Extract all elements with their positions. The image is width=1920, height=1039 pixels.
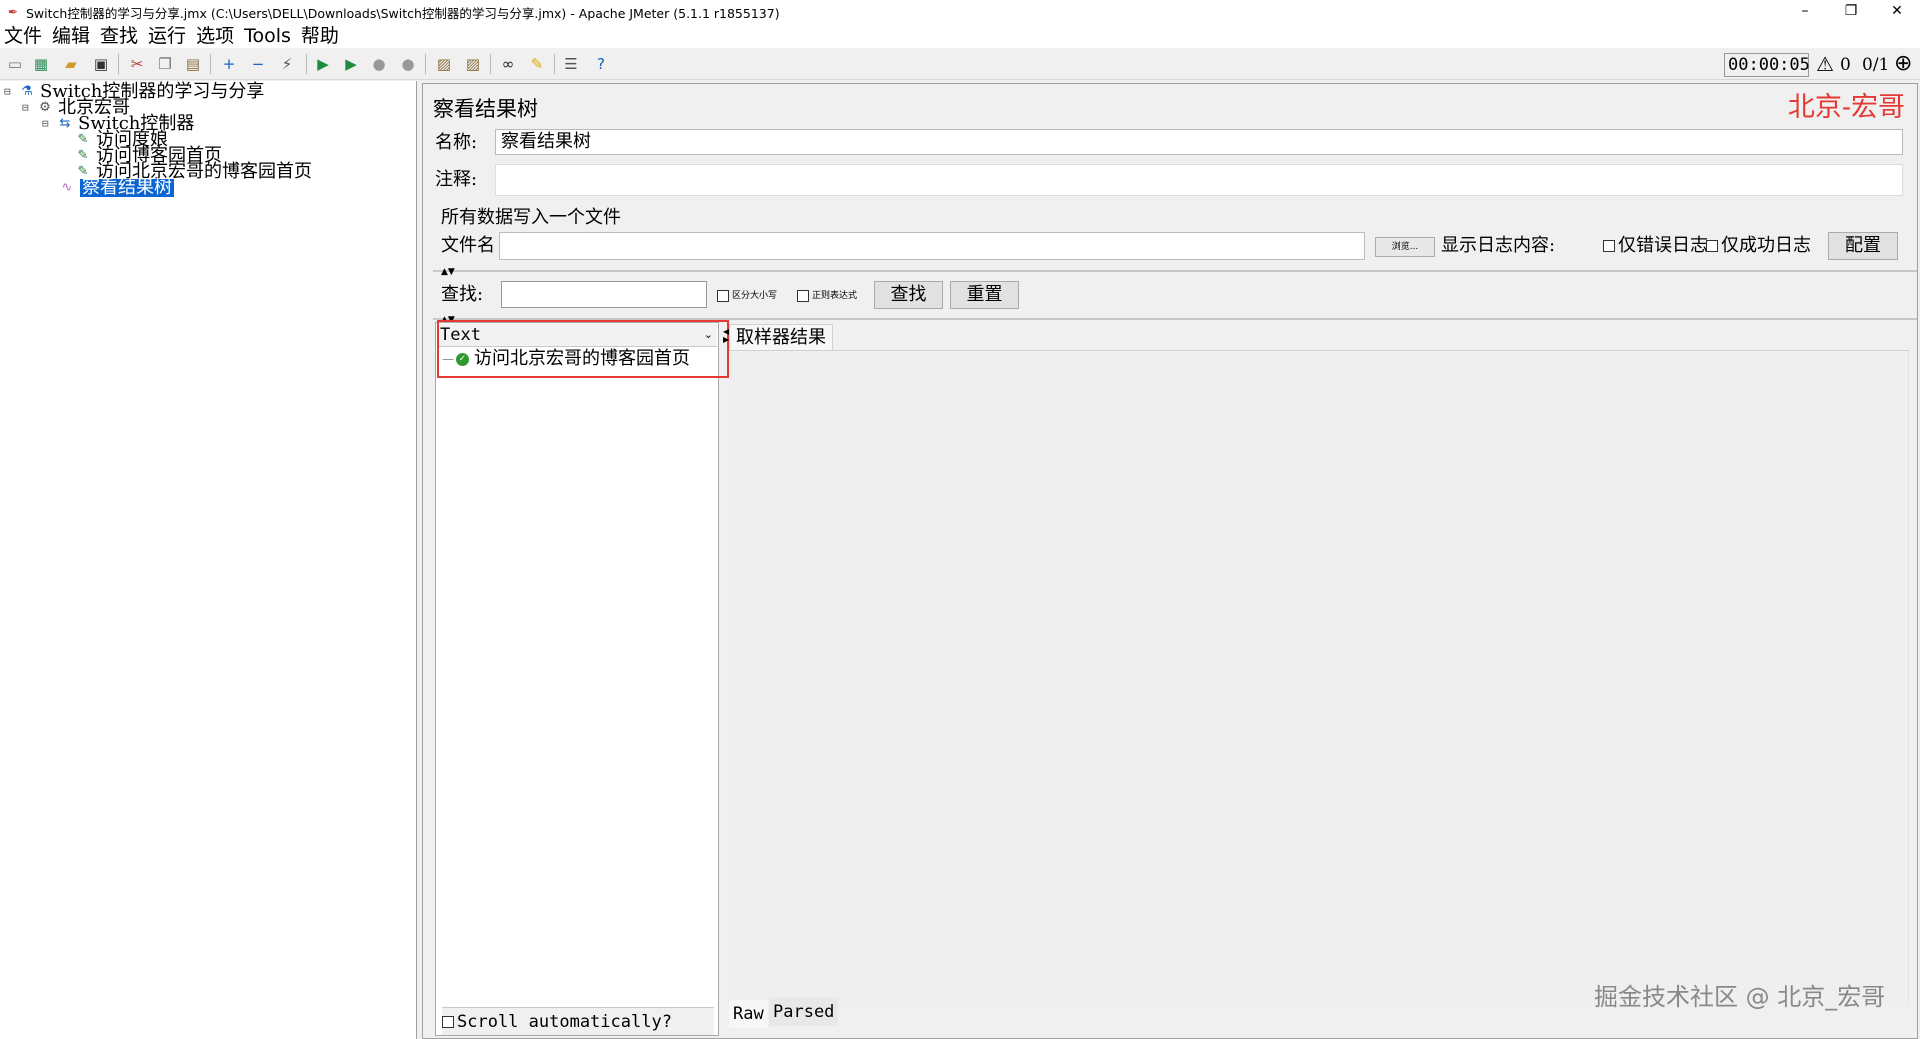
cut-icon[interactable]: ✂ <box>127 54 147 74</box>
success-only-label: 仅成功日志 <box>1721 235 1811 256</box>
case-sensitive-label: 区分大小写 <box>732 291 778 301</box>
errors-only-checkbox[interactable] <box>1603 240 1615 252</box>
regex-checkbox[interactable] <box>797 290 809 302</box>
toolbar-separator <box>490 54 491 74</box>
comment-label: 注释: <box>435 169 478 190</box>
menu-help[interactable]: 帮助 <box>301 24 339 48</box>
success-only-checkbox[interactable] <box>1706 240 1718 252</box>
log-display-label: 显示日志内容: <box>1441 235 1556 256</box>
toolbar-separator <box>306 54 307 74</box>
reset-button[interactable]: 重置 <box>950 281 1019 309</box>
collapse-all-icon[interactable]: − <box>248 54 268 74</box>
scroll-automatically-label: Scroll automatically? <box>457 1011 672 1032</box>
tab-raw[interactable]: Raw <box>729 1000 768 1028</box>
menu-options[interactable]: 选项 <box>196 24 234 48</box>
browse-button[interactable]: 浏览... <box>1375 237 1435 257</box>
collapse-arrow-icon[interactable]: ▲▼ <box>441 267 455 277</box>
close-button[interactable]: ✕ <box>1874 0 1920 24</box>
configure-button[interactable]: 配置 <box>1828 232 1898 260</box>
toggle-icon[interactable]: ⚡ <box>277 54 297 74</box>
menu-run[interactable]: 运行 <box>148 24 186 48</box>
toolbar-separator <box>554 54 555 74</box>
expand-all-icon[interactable]: + <box>219 54 239 74</box>
warning-count: 0 <box>1840 55 1851 75</box>
function-helper-icon[interactable]: ☰ <box>561 54 581 74</box>
find-button[interactable]: 查找 <box>874 281 943 309</box>
paste-icon[interactable]: ▤ <box>183 54 203 74</box>
collapse-toggle-icon[interactable]: ⊟ <box>42 115 54 133</box>
restore-button[interactable]: ❐ <box>1828 0 1874 24</box>
sample-result-list: Text ⌄ — ✓ 访问北京宏哥的博客园首页 Scroll automatic… <box>435 322 719 1036</box>
name-input[interactable]: 察看结果树 <box>495 129 1903 155</box>
search-binoculars-icon[interactable]: ∞ <box>498 54 518 74</box>
toolbar-separator <box>425 54 426 74</box>
toolbar-separator <box>118 54 119 74</box>
templates-icon[interactable]: ▦ <box>31 54 51 74</box>
title-bar: ✒ Switch控制器的学习与分享.jmx (C:\Users\DELL\Dow… <box>0 0 1920 24</box>
errors-only-label: 仅错误日志 <box>1618 235 1708 256</box>
warning-icon[interactable]: ⚠ <box>1816 53 1834 75</box>
test-plan-tree: ⊟ ⚗ Switch控制器的学习与分享 ⊟ ⚙ 北京宏哥 ⊟ ⇆ Switch控… <box>0 81 417 1039</box>
remote-globe-icon[interactable]: ⊕ <box>1894 52 1912 76</box>
write-to-file-group: 所有数据写入一个文件 文件名 浏览... 显示日志内容: 仅错误日志 仅成功日志… <box>433 205 1911 261</box>
menu-edit[interactable]: 编辑 <box>52 24 90 48</box>
filename-label: 文件名 <box>441 235 495 256</box>
toolbar: ▭ ▦ ▰ ▣ ✂ ❐ ▤ + − ⚡ ▶ ▶ ● ● ▨ ▨ ∞ ✎ ☰ ? <box>0 48 1920 80</box>
clear-all-icon[interactable]: ▨ <box>463 54 483 74</box>
toolbar-separator <box>210 54 211 74</box>
panel-title: 察看结果树 <box>433 97 538 121</box>
menu-bar: 文件 编辑 查找 运行 选项 Tools 帮助 <box>0 24 1920 48</box>
collapse-toggle-icon[interactable]: ⊟ <box>4 83 16 101</box>
search-label: 查找: <box>441 284 484 305</box>
author-watermark: 北京-宏哥 <box>1787 92 1905 123</box>
menu-tools[interactable]: Tools <box>244 24 291 48</box>
menu-file[interactable]: 文件 <box>4 24 42 48</box>
reset-search-icon[interactable]: ✎ <box>527 54 547 74</box>
tab-sampler-result[interactable]: 取样器结果 <box>729 324 833 350</box>
window-controls: – ❐ ✕ <box>1782 0 1920 24</box>
new-icon[interactable]: ▭ <box>5 54 25 74</box>
comment-input[interactable] <box>495 164 1903 196</box>
case-sensitive-checkbox[interactable] <box>717 290 729 302</box>
tab-parsed[interactable]: Parsed <box>769 998 839 1026</box>
menu-search[interactable]: 查找 <box>100 24 138 48</box>
scroll-automatically-option[interactable]: Scroll automatically? <box>442 1007 714 1035</box>
window-title: Switch控制器的学习与分享.jmx (C:\Users\DELL\Downl… <box>26 5 780 21</box>
name-label: 名称: <box>435 132 478 153</box>
filename-input[interactable] <box>499 232 1365 260</box>
copy-icon[interactable]: ❐ <box>155 54 175 74</box>
regex-label: 正则表达式 <box>812 291 858 301</box>
clear-icon[interactable]: ▨ <box>434 54 454 74</box>
scroll-automatically-checkbox[interactable] <box>442 1015 454 1028</box>
sampler-result-content <box>729 350 1909 1006</box>
start-no-pauses-icon[interactable]: ▶ <box>341 54 361 74</box>
divider <box>433 270 1917 272</box>
search-input[interactable] <box>501 281 707 308</box>
site-watermark: 掘金技术社区 @ 北京_宏哥 <box>1594 983 1886 1011</box>
active-threads: 0/1 <box>1862 55 1890 75</box>
minimize-button[interactable]: – <box>1782 0 1828 24</box>
switch-controller-icon: ⇆ <box>59 116 71 131</box>
start-icon[interactable]: ▶ <box>313 54 333 74</box>
open-icon[interactable]: ▰ <box>61 54 81 74</box>
collapse-toggle-icon[interactable]: ⊟ <box>22 99 34 117</box>
tree-node-view-results-tree[interactable]: ∿ 察看结果树 <box>58 179 174 197</box>
jmeter-feather-icon: ✒ <box>8 5 19 19</box>
view-results-tree-panel: 察看结果树 北京-宏哥 名称: 察看结果树 注释: 所有数据写入一个文件 文件名… <box>422 83 1918 1039</box>
listener-icon: ∿ <box>61 180 73 195</box>
shutdown-icon[interactable]: ● <box>398 54 418 74</box>
file-group-legend: 所有数据写入一个文件 <box>441 207 621 228</box>
help-icon[interactable]: ? <box>591 54 611 74</box>
elapsed-timer: 00:00:05 <box>1724 53 1810 77</box>
stop-icon[interactable]: ● <box>369 54 389 74</box>
highlight-annotation-box <box>437 320 729 378</box>
save-icon[interactable]: ▣ <box>91 54 111 74</box>
